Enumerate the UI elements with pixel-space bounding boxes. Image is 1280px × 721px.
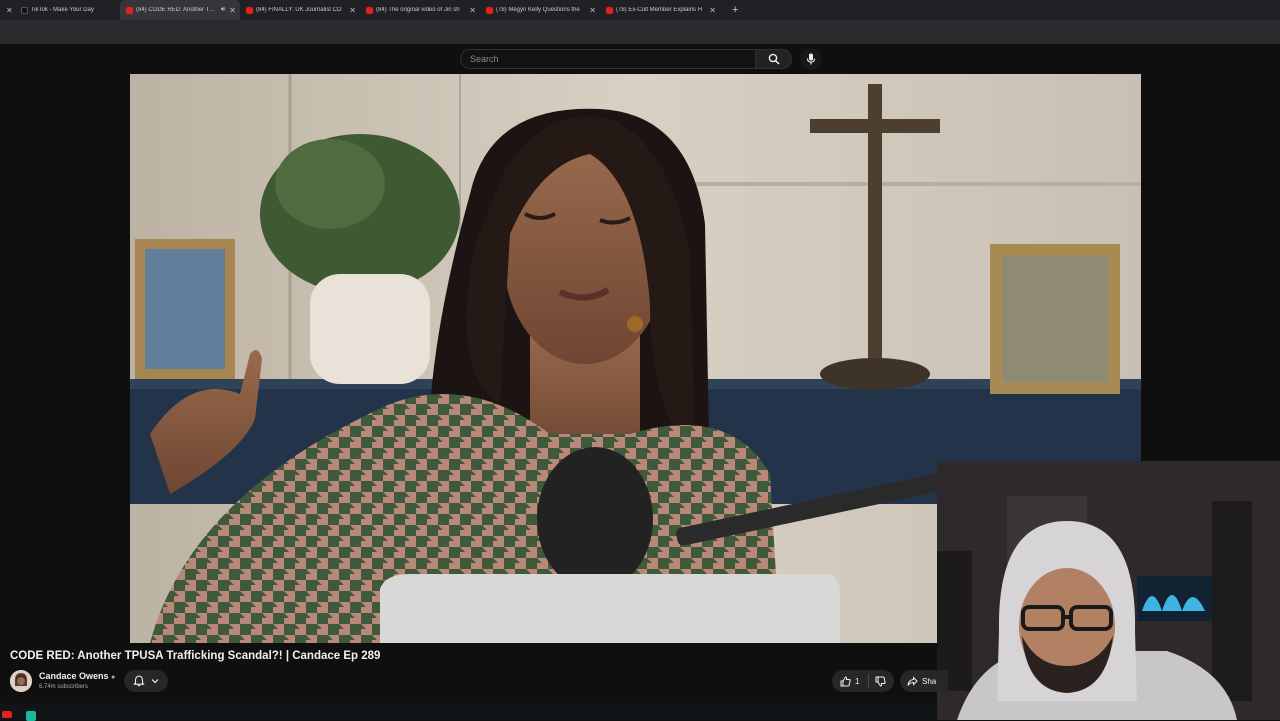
tab-title: (84) The original video of Jin sh — [376, 7, 460, 13]
browser-tab[interactable]: (78) Ex-Cult Member Explains H ✕ — [600, 0, 720, 20]
video-title: CODE RED: Another TPUSA Trafficking Scan… — [10, 650, 381, 662]
youtube-taskbar-icon[interactable] — [2, 711, 12, 718]
channel-avatar[interactable] — [10, 670, 32, 692]
like-dislike-group: 1 — [832, 670, 894, 692]
browser-tab-strip: ✕ TikTok - Make Your Day (84) CODE RED: … — [0, 0, 1280, 20]
close-tab-icon[interactable]: ✕ — [709, 6, 716, 15]
search-input[interactable]: Search — [460, 49, 756, 69]
youtube-icon — [606, 6, 613, 14]
close-tab-icon[interactable]: ✕ — [469, 6, 476, 15]
avatar-image — [10, 670, 32, 692]
close-tab-icon[interactable]: ✕ — [589, 6, 596, 15]
browser-tab[interactable]: (84) FINALLY: UK Journalist CO ✕ — [240, 0, 360, 20]
webcam-overlay — [937, 461, 1280, 720]
tab-title: TikTok - Make Your Day — [30, 7, 94, 13]
share-label: Sha — [922, 676, 937, 686]
browser-tab-active[interactable]: (84) CODE RED: Another TPUSA 🔊︎ ✕ — [120, 0, 240, 20]
share-button[interactable]: Sha — [900, 670, 948, 692]
channel-name[interactable]: Candace Owens ● — [39, 671, 115, 681]
new-tab-icon[interactable]: + — [732, 4, 738, 16]
subscriber-count: 6.74m subscribers — [39, 684, 89, 690]
chevron-down-icon — [151, 679, 159, 684]
close-tab-icon[interactable]: ✕ — [6, 6, 13, 15]
dislike-button[interactable] — [869, 676, 886, 687]
like-count: 1 — [855, 676, 860, 686]
speaker-icon[interactable]: 🔊︎ — [221, 6, 225, 14]
tab-title: (78) Megyn Kelly Questions the — [496, 7, 580, 13]
thumbs-down-icon — [875, 676, 886, 687]
youtube-icon — [126, 6, 133, 14]
search-icon — [768, 53, 780, 65]
search-button[interactable] — [756, 49, 792, 69]
channel-name-text: Candace Owens — [39, 671, 109, 681]
youtube-icon — [486, 6, 493, 14]
microphone-icon — [806, 53, 816, 65]
close-tab-icon[interactable]: ✕ — [349, 6, 356, 15]
browser-tab[interactable]: (84) The original video of Jin sh ✕ — [360, 0, 480, 20]
taskbar — [0, 703, 937, 721]
tab-title: (84) CODE RED: Another TPUSA — [136, 7, 219, 13]
youtube-icon — [246, 6, 253, 14]
browser-tab[interactable]: (78) Megyn Kelly Questions the ✕ — [480, 0, 600, 20]
address-bar[interactable] — [0, 20, 1280, 44]
close-tab-icon[interactable]: ✕ — [229, 6, 236, 15]
youtube-icon — [366, 6, 373, 14]
notification-bell-button[interactable] — [124, 670, 168, 692]
share-icon — [907, 675, 918, 686]
like-button[interactable]: 1 — [832, 675, 868, 687]
youtube-header: Search — [0, 44, 1280, 74]
thumbs-up-icon — [840, 675, 851, 686]
bell-icon — [133, 675, 145, 687]
tab-title: (84) FINALLY: UK Journalist CO — [256, 7, 342, 13]
browser-tab[interactable]: ✕ TikTok - Make Your Day — [0, 0, 120, 20]
voice-search-button[interactable] — [800, 48, 822, 70]
verified-icon: ● — [111, 674, 116, 681]
webcam-frame — [937, 461, 1280, 720]
tab-title: (78) Ex-Cult Member Explains H — [616, 7, 703, 13]
tiktok-icon — [20, 6, 28, 14]
